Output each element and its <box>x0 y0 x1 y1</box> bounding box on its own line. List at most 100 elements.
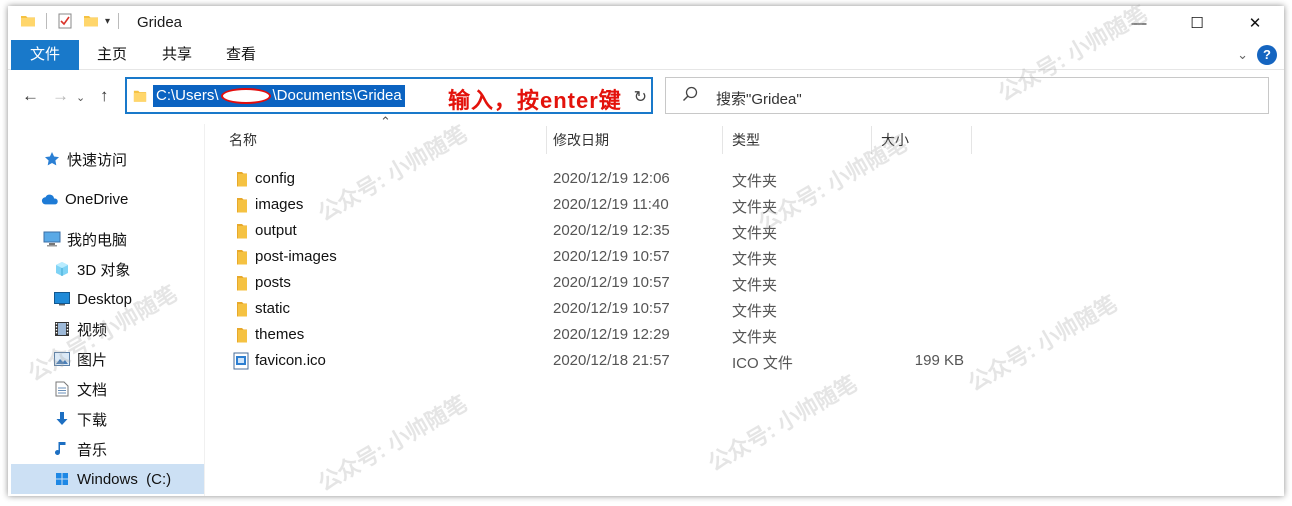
document-icon <box>53 380 71 398</box>
download-icon <box>53 410 71 428</box>
folder-icon[interactable] <box>20 13 36 29</box>
explorer-window: ▾ Gridea — ☐ ✕ 文件 主页 共享 查看 ⌄ ? ← → ⌄ ↑ C… <box>8 1 1284 496</box>
file-type: 文件夹 <box>732 303 778 320</box>
address-path[interactable]: C:\Users\ \Documents\Gridea <box>153 85 405 107</box>
file-date: 2020/12/19 11:40 <box>553 196 669 213</box>
file-name: output <box>255 222 297 239</box>
search-icon <box>682 86 698 106</box>
column-header-name[interactable]: 名称 <box>221 126 547 154</box>
expand-ribbon-icon[interactable]: ⌄ <box>1237 47 1248 63</box>
folder-icon <box>233 274 251 292</box>
new-folder-icon[interactable] <box>83 13 99 29</box>
sidebar-item-desktop[interactable]: Desktop <box>11 284 204 314</box>
ico-file-icon <box>233 352 251 370</box>
tab-file[interactable]: 文件 <box>11 40 79 70</box>
sidebar-item-label: OneDrive <box>65 190 129 208</box>
tab-share[interactable]: 共享 <box>151 40 203 70</box>
sidebar-item-label: 音乐 <box>77 441 108 459</box>
sidebar-item-music[interactable]: 音乐 <box>11 434 204 464</box>
title-bar: ▾ Gridea — ☐ ✕ <box>8 6 1284 40</box>
file-size: 199 KB <box>914 352 964 369</box>
file-type: 文件夹 <box>732 225 778 242</box>
folder-icon <box>233 196 251 214</box>
watermark: 公众号: 小帅随笔 <box>313 390 472 496</box>
sidebar-item-this-pc[interactable]: 我的电脑 <box>11 224 204 254</box>
tab-home[interactable]: 主页 <box>86 40 138 70</box>
folder-icon <box>233 170 251 188</box>
tab-view[interactable]: 查看 <box>215 40 267 70</box>
folder-icon <box>233 248 251 266</box>
cloud-icon <box>41 190 59 208</box>
file-type: 文件夹 <box>732 199 778 216</box>
customize-toolbar-icon[interactable]: ▾ <box>105 16 110 27</box>
forward-button[interactable]: → <box>52 86 69 106</box>
file-date: 2020/12/19 12:06 <box>553 170 670 187</box>
file-name: posts <box>255 274 291 291</box>
file-row[interactable]: posts 2020/12/19 10:57 文件夹 <box>221 270 981 296</box>
file-row[interactable]: config 2020/12/19 12:06 文件夹 <box>221 166 981 192</box>
picture-icon <box>53 350 71 368</box>
window-title: Gridea <box>137 14 183 31</box>
music-icon <box>53 440 71 458</box>
refresh-icon[interactable]: ↻ <box>634 87 647 107</box>
pane-divider <box>204 124 205 496</box>
cube-icon <box>53 260 71 278</box>
help-icon[interactable]: ? <box>1257 45 1277 65</box>
close-button[interactable]: ✕ <box>1226 6 1284 40</box>
sidebar-item-label: 快速访问 <box>67 151 128 169</box>
file-type: 文件夹 <box>732 251 778 268</box>
file-row[interactable]: favicon.ico 2020/12/18 21:57 ICO 文件 199 KB <box>221 348 981 374</box>
sidebar-item-pictures[interactable]: 图片 <box>11 344 204 374</box>
file-row[interactable]: post-images 2020/12/19 10:57 文件夹 <box>221 244 981 270</box>
folder-icon <box>233 300 251 318</box>
desktop-icon <box>53 290 71 308</box>
file-date: 2020/12/19 12:29 <box>553 326 670 343</box>
separator <box>46 13 47 29</box>
sidebar-item-onedrive[interactable]: OneDrive <box>11 184 204 214</box>
watermark: 公众号: 小帅随笔 <box>703 370 862 476</box>
sidebar-item-3d-objects[interactable]: 3D 对象 <box>11 254 204 284</box>
sidebar-item-quick-access[interactable]: 快速访问 <box>11 144 204 174</box>
close-icon: ✕ <box>1248 15 1262 32</box>
sidebar-item-downloads[interactable]: 下载 <box>11 404 204 434</box>
folder-icon <box>233 326 251 344</box>
drive-icon <box>53 470 71 488</box>
video-icon <box>53 320 71 338</box>
folder-icon <box>133 90 147 102</box>
sidebar-item-documents[interactable]: 文档 <box>11 374 204 404</box>
file-name: favicon.ico <box>255 352 326 369</box>
up-button[interactable]: ↑ <box>100 86 109 106</box>
properties-icon[interactable] <box>57 13 73 29</box>
folder-icon <box>233 222 251 240</box>
minimize-icon: — <box>1131 14 1147 32</box>
sidebar-item-windows-drive[interactable]: Windows (C:) <box>11 464 204 494</box>
maximize-button[interactable]: ☐ <box>1168 6 1226 40</box>
file-type: 文件夹 <box>732 173 778 190</box>
column-header-type[interactable]: 类型 <box>724 126 872 154</box>
file-row[interactable]: images 2020/12/19 11:40 文件夹 <box>221 192 981 218</box>
sidebar-item-label: 3D 对象 <box>77 261 131 279</box>
computer-icon <box>43 230 61 248</box>
file-name: static <box>255 300 291 317</box>
minimize-button[interactable]: — <box>1110 6 1168 40</box>
file-row[interactable]: output 2020/12/19 12:35 文件夹 <box>221 218 981 244</box>
file-row[interactable]: themes 2020/12/19 12:29 文件夹 <box>221 322 981 348</box>
file-date: 2020/12/19 10:57 <box>553 274 670 291</box>
separator <box>118 13 120 29</box>
recent-locations-icon[interactable]: ⌄ <box>76 91 85 104</box>
file-date: 2020/12/18 21:57 <box>553 352 670 369</box>
file-date: 2020/12/19 10:57 <box>553 248 670 265</box>
address-path-suffix: \Documents\Gridea <box>272 87 402 104</box>
file-row[interactable]: static 2020/12/19 10:57 文件夹 <box>221 296 981 322</box>
search-placeholder: 搜索"Gridea" <box>716 91 802 108</box>
file-name: post-images <box>255 248 337 265</box>
column-header-date[interactable]: 修改日期 <box>545 126 723 154</box>
back-button[interactable]: ← <box>22 86 39 106</box>
redaction-mark <box>220 88 271 104</box>
file-type: ICO 文件 <box>732 355 793 372</box>
watermark: 公众号: 小帅随笔 <box>963 290 1122 396</box>
search-box[interactable]: 搜索"Gridea" <box>665 77 1269 114</box>
sidebar-item-videos[interactable]: 视频 <box>11 314 204 344</box>
column-header-size[interactable]: 大小 <box>873 126 972 154</box>
file-date: 2020/12/19 10:57 <box>553 300 670 317</box>
